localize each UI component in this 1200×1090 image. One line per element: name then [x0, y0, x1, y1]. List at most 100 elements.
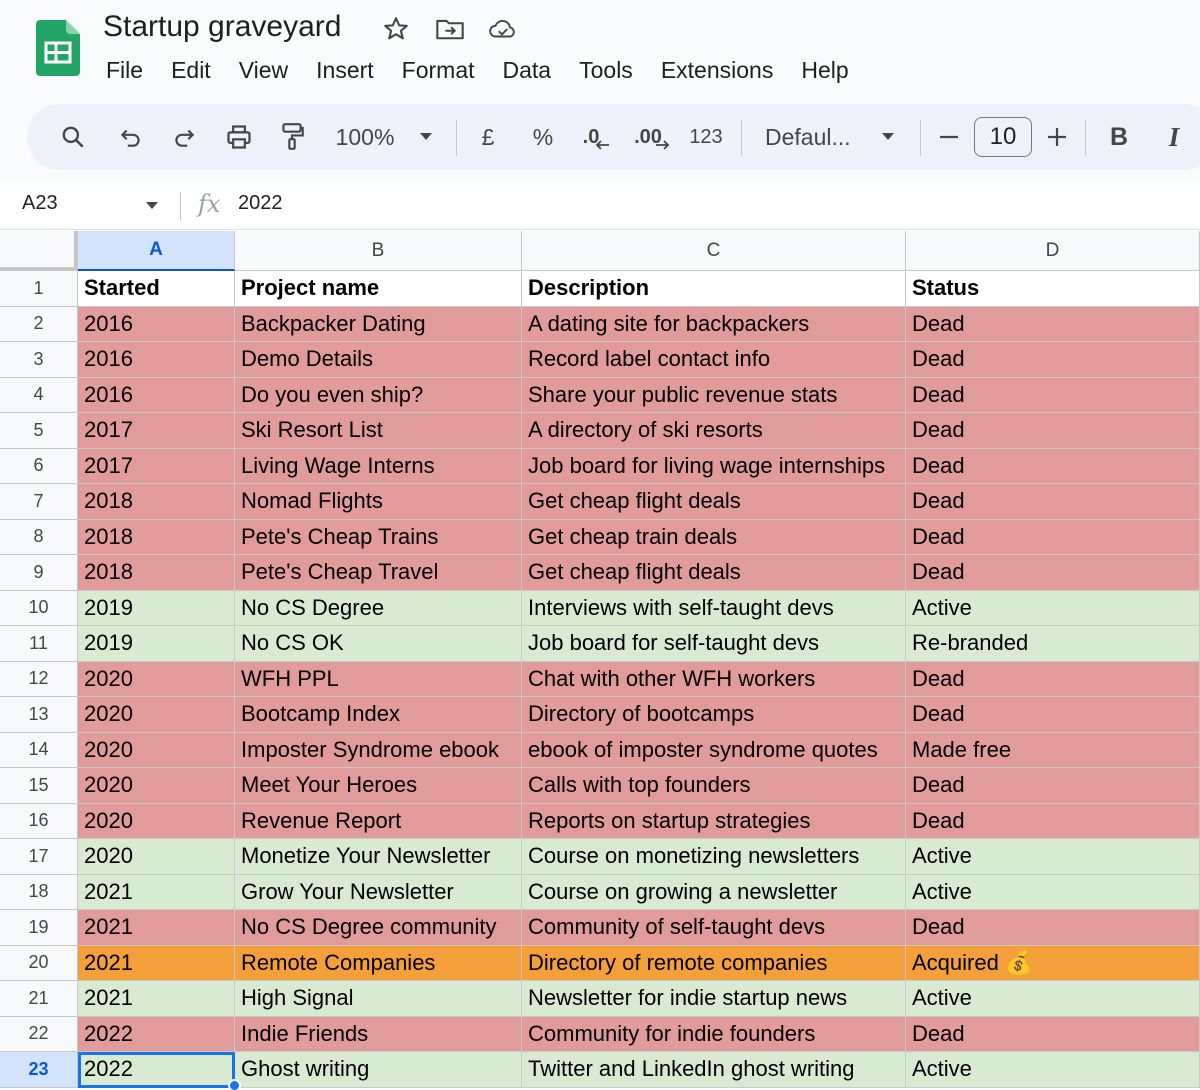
cell-description[interactable]: Get cheap flight deals: [522, 484, 906, 520]
cell-project-name[interactable]: Nomad Flights: [235, 484, 522, 520]
row-header[interactable]: 17: [0, 839, 78, 875]
column-header-c[interactable]: C: [522, 231, 906, 271]
cell-status[interactable]: Dead: [906, 342, 1200, 378]
row-header[interactable]: 8: [0, 519, 78, 555]
cell-project-name[interactable]: Ski Resort List: [235, 413, 522, 449]
fill-handle[interactable]: [228, 1079, 241, 1090]
document-title[interactable]: Startup graveyard: [103, 8, 341, 46]
cell-description[interactable]: ebook of imposter syndrome quotes: [522, 732, 906, 768]
menu-data[interactable]: Data: [489, 52, 566, 88]
cell-project-name[interactable]: WFH PPL: [235, 661, 522, 697]
move-to-folder-icon[interactable]: [435, 14, 465, 44]
cell-project-name[interactable]: Grow Your Newsletter: [235, 874, 522, 910]
menu-format[interactable]: Format: [388, 52, 489, 88]
cell-started[interactable]: 2021: [78, 874, 235, 910]
search-icon[interactable]: [55, 104, 91, 170]
cell-status[interactable]: Dead: [906, 555, 1200, 591]
cell-status[interactable]: Made free: [906, 732, 1200, 768]
row-header[interactable]: 13: [0, 697, 78, 733]
cell-description[interactable]: Directory of remote companies: [522, 945, 906, 981]
cell-project-name[interactable]: Revenue Report: [235, 803, 522, 839]
cell-project-name[interactable]: Do you even ship?: [235, 377, 522, 413]
row-header[interactable]: 19: [0, 910, 78, 946]
cell-started[interactable]: 2020: [78, 732, 235, 768]
font-select[interactable]: Defaul...: [765, 104, 859, 170]
cell-description[interactable]: Calls with top founders: [522, 768, 906, 804]
cell-project-name[interactable]: No CS Degree: [235, 590, 522, 626]
cell-started[interactable]: Started: [78, 271, 235, 307]
column-header-b[interactable]: B: [235, 231, 522, 271]
cell-description[interactable]: A dating site for backpackers: [522, 306, 906, 342]
paint-format-icon[interactable]: [274, 104, 310, 170]
print-icon[interactable]: [220, 104, 258, 170]
cell-status[interactable]: Active: [906, 1052, 1200, 1088]
cell-started[interactable]: 2020: [78, 839, 235, 875]
cell-started[interactable]: 2017: [78, 448, 235, 484]
font-size-input[interactable]: 10: [974, 117, 1032, 157]
menu-help[interactable]: Help: [787, 52, 862, 88]
cell-description[interactable]: Get cheap train deals: [522, 519, 906, 555]
menu-file[interactable]: File: [92, 52, 157, 88]
cell-project-name[interactable]: Demo Details: [235, 342, 522, 378]
cell-description[interactable]: Newsletter for indie startup news: [522, 981, 906, 1017]
cell-status[interactable]: Dead: [906, 1016, 1200, 1052]
cell-description[interactable]: Job board for self-taught devs: [522, 626, 906, 662]
cell-project-name[interactable]: High Signal: [235, 981, 522, 1017]
row-header[interactable]: 15: [0, 768, 78, 804]
row-header[interactable]: 4: [0, 377, 78, 413]
cell-status[interactable]: Dead: [906, 910, 1200, 946]
cell-project-name[interactable]: Pete's Cheap Travel: [235, 555, 522, 591]
cell-project-name[interactable]: Living Wage Interns: [235, 448, 522, 484]
cell-status[interactable]: Dead: [906, 661, 1200, 697]
cell-description[interactable]: Course on growing a newsletter: [522, 874, 906, 910]
cell-status[interactable]: Active: [906, 874, 1200, 910]
cell-project-name[interactable]: Backpacker Dating: [235, 306, 522, 342]
cell-status[interactable]: Dead: [906, 306, 1200, 342]
cell-description[interactable]: Chat with other WFH workers: [522, 661, 906, 697]
column-header-a[interactable]: A: [78, 231, 235, 271]
cell-status[interactable]: Dead: [906, 803, 1200, 839]
cell-description[interactable]: Get cheap flight deals: [522, 555, 906, 591]
cell-status[interactable]: Re-branded: [906, 626, 1200, 662]
menu-tools[interactable]: Tools: [565, 52, 647, 88]
row-header[interactable]: 16: [0, 803, 78, 839]
cell-started[interactable]: 2021: [78, 910, 235, 946]
zoom-select[interactable]: 100%: [329, 104, 401, 170]
row-header[interactable]: 21: [0, 981, 78, 1017]
active-cell[interactable]: 2022: [78, 1052, 235, 1088]
cell-description[interactable]: Job board for living wage internships: [522, 448, 906, 484]
cell-description[interactable]: Community of self-taught devs: [522, 910, 906, 946]
select-all-corner[interactable]: [0, 231, 78, 271]
cell-project-name[interactable]: Monetize Your Newsletter: [235, 839, 522, 875]
cell-project-name[interactable]: Bootcamp Index: [235, 697, 522, 733]
row-header[interactable]: 11: [0, 626, 78, 662]
cell-status[interactable]: Active: [906, 981, 1200, 1017]
cell-status[interactable]: Dead: [906, 697, 1200, 733]
row-header[interactable]: 22: [0, 1016, 78, 1052]
row-header[interactable]: 10: [0, 590, 78, 626]
cell-project-name[interactable]: Ghost writing: [235, 1052, 522, 1088]
cell-status[interactable]: Dead: [906, 377, 1200, 413]
row-header[interactable]: 23: [0, 1052, 78, 1088]
row-header[interactable]: 14: [0, 732, 78, 768]
bold-button[interactable]: B: [1104, 104, 1134, 170]
cell-project-name[interactable]: Indie Friends: [235, 1016, 522, 1052]
cell-project-name[interactable]: Imposter Syndrome ebook: [235, 732, 522, 768]
row-header[interactable]: 7: [0, 484, 78, 520]
cell-status[interactable]: Dead: [906, 448, 1200, 484]
cell-description[interactable]: Twitter and LinkedIn ghost writing: [522, 1052, 906, 1088]
cell-description[interactable]: Reports on startup strategies: [522, 803, 906, 839]
cell-started[interactable]: 2018: [78, 484, 235, 520]
row-header[interactable]: 5: [0, 413, 78, 449]
row-header[interactable]: 20: [0, 945, 78, 981]
row-header[interactable]: 2: [0, 306, 78, 342]
cell-description[interactable]: Community for indie founders: [522, 1016, 906, 1052]
cell-status[interactable]: Active: [906, 839, 1200, 875]
chevron-down-icon[interactable]: [144, 196, 164, 216]
undo-icon[interactable]: [113, 104, 149, 170]
row-header[interactable]: 1: [0, 271, 78, 307]
cell-started[interactable]: 2016: [78, 306, 235, 342]
cell-project-name[interactable]: Pete's Cheap Trains: [235, 519, 522, 555]
cell-started[interactable]: 2019: [78, 626, 235, 662]
formula-input[interactable]: 2022: [238, 192, 1138, 215]
